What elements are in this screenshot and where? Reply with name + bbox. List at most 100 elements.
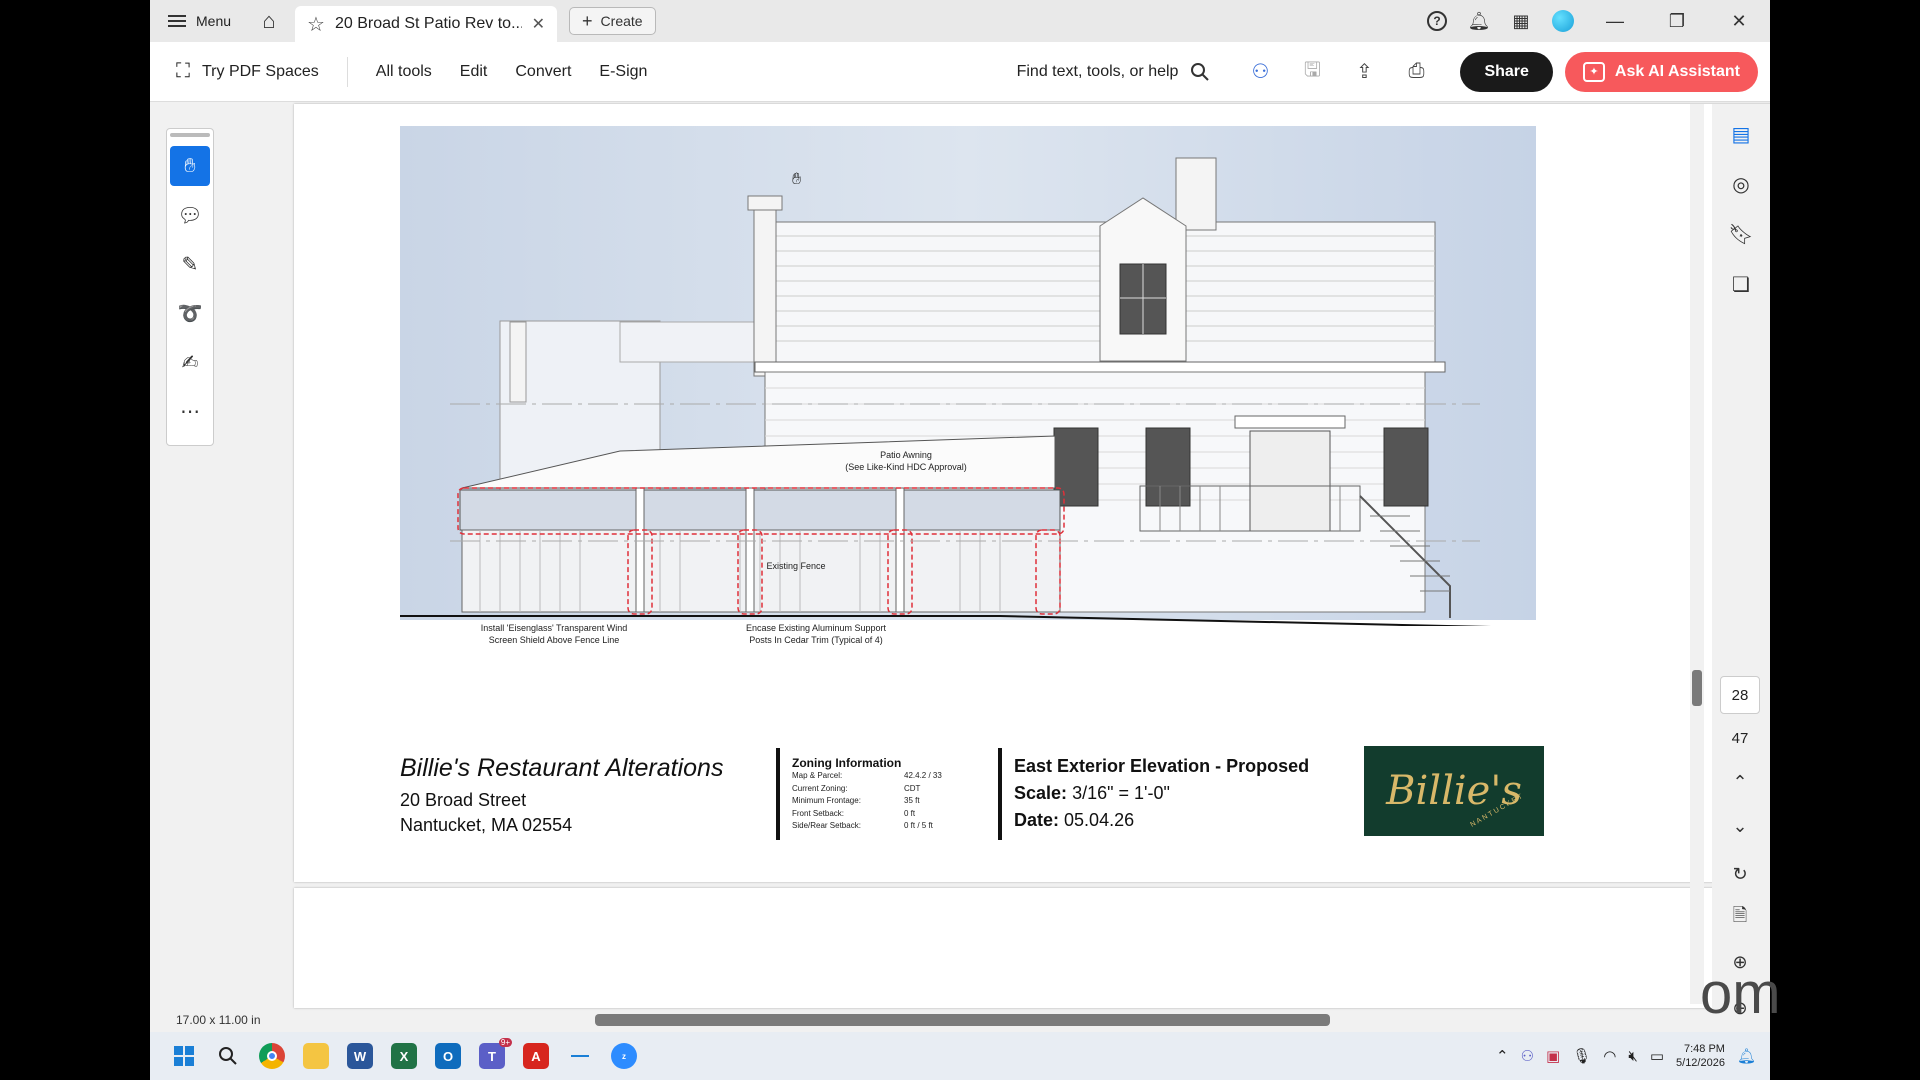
label-posts-1: Encase Existing Aluminum Support [745, 623, 887, 633]
comment-icon[interactable]: 💬︎ [170, 195, 210, 235]
rotate-icon[interactable]: ↻ [1720, 856, 1760, 892]
zoom-icon[interactable]: z [602, 1034, 646, 1078]
page-size-status: 17.00 x 11.00 in [176, 1013, 261, 1027]
create-label: Create [600, 13, 643, 29]
restore-icon[interactable]: ❐ [1646, 0, 1708, 42]
page-down-icon[interactable]: ⌄ [1720, 808, 1760, 844]
teams-badge: 9+ [498, 1038, 512, 1047]
zoning-row: Map & Parcel: 42.4.2 / 33 [792, 771, 942, 780]
speaker-muted-icon[interactable]: 🔇︎ [1628, 1048, 1637, 1065]
hand-tool-icon[interactable]: ✋︎ [170, 146, 210, 186]
share-button[interactable]: Share [1460, 51, 1553, 92]
vertical-scroll-thumb[interactable] [1692, 670, 1702, 706]
tray-gift-icon[interactable]: ▣ [1546, 1047, 1560, 1065]
total-pages: 47 [1731, 729, 1749, 747]
fit-page-icon[interactable]: 🗎︎ [1720, 900, 1760, 936]
menu-convert[interactable]: Convert [515, 63, 571, 81]
chimney-left [753, 205, 777, 377]
project-title: Billie's Restaurant Alterations [400, 754, 724, 782]
excel-icon[interactable]: X [382, 1034, 426, 1078]
label-fence: Existing Fence [766, 561, 826, 571]
blank-app-icon[interactable] [558, 1034, 602, 1078]
try-pdf-spaces-button[interactable]: ⛶ Try PDF Spaces [150, 56, 348, 87]
vertical-scrollbar[interactable] [1690, 104, 1704, 1004]
bell-icon[interactable]: 🔔︎ [1458, 0, 1500, 42]
search-taskbar-icon[interactable] [206, 1034, 250, 1078]
hand-cursor-icon: ✋︎ [792, 171, 801, 188]
outlook-icon[interactable]: O [426, 1034, 470, 1078]
ai-assistant-icon: ✦ [1582, 61, 1605, 82]
more-tools-icon[interactable]: ⋯ [170, 391, 210, 431]
pages-icon[interactable]: ❏ [1721, 264, 1761, 304]
zoom-watermark: om [1700, 961, 1781, 1026]
battery-icon[interactable]: ▭ [1650, 1047, 1664, 1065]
horizontal-scroll-thumb[interactable] [595, 1014, 1330, 1026]
plus-icon: + [582, 10, 593, 31]
highlight-pen-icon[interactable]: ✎ [170, 244, 210, 284]
zoning-row: Minimum Frontage: 35 ft [792, 796, 920, 805]
home-icon[interactable]: ⌂ [249, 0, 289, 42]
minimize-icon[interactable]: — [1584, 0, 1646, 42]
wind-screen [459, 489, 1061, 531]
ask-ai-assistant-button[interactable]: ✦ Ask AI Assistant [1564, 51, 1758, 92]
profile-avatar[interactable] [1542, 0, 1584, 42]
help-icon[interactable]: ? [1416, 0, 1458, 42]
apps-grid-icon[interactable]: ▦ [1500, 0, 1542, 42]
notifications-icon[interactable]: 🔔︎ [1737, 1047, 1756, 1065]
teams-icon[interactable]: T 9+ [470, 1034, 514, 1078]
bookmarks-icon[interactable]: 🔖︎ [1721, 214, 1761, 254]
windows-taskbar: W X O T 9+ A z ⌃ ⚇ ▣ 🎙︎ ◠ 🔇︎ ▭ 7:48 PM 5/… [150, 1032, 1770, 1080]
tray-app-icon[interactable]: ⚇ [1521, 1047, 1534, 1065]
close-tab-icon[interactable]: ✕ [532, 14, 545, 34]
create-button[interactable]: + Create [569, 7, 656, 35]
panel-grip[interactable] [170, 133, 210, 137]
menu-button[interactable]: Menu [150, 0, 249, 42]
microphone-icon[interactable]: 🎙︎ [1572, 1047, 1591, 1065]
main-toolbar: ⛶ Try PDF Spaces All tools Edit Convert … [150, 42, 1770, 102]
file-explorer-icon[interactable] [294, 1034, 338, 1078]
properties-icon[interactable]: ▤ [1721, 114, 1761, 154]
acrobat-window: Menu ⌂ ☆ 20 Broad St Patio Rev to... ✕ +… [150, 0, 1770, 1080]
acrobat-taskbar-icon[interactable]: A [514, 1034, 558, 1078]
tray-chevron-icon[interactable]: ⌃ [1496, 1047, 1509, 1065]
sheet-info: East Exterior Elevation - Proposed Scale… [998, 748, 1358, 840]
sign-icon[interactable]: ✍︎ [170, 342, 210, 382]
pdf-page[interactable]: ✋︎ Patio Awning (See Like-Kind HDC Appro… [294, 104, 1770, 882]
menu-edit[interactable]: Edit [460, 63, 488, 81]
clock[interactable]: 7:48 PM 5/12/2026 [1676, 1042, 1725, 1070]
comments-panel-icon[interactable]: ◎ [1721, 164, 1761, 204]
document-tab[interactable]: ☆ 20 Broad St Patio Rev to... ✕ [295, 6, 558, 42]
title-bar: Menu ⌂ ☆ 20 Broad St Patio Rev to... ✕ +… [150, 0, 1770, 42]
sheet-title: East Exterior Elevation - Proposed [1014, 756, 1310, 776]
window-3 [1383, 427, 1429, 507]
ai-label: Ask AI Assistant [1614, 62, 1740, 80]
date-row: Date: 05.04.26 [1014, 810, 1135, 830]
read-aloud-icon[interactable]: ⚇ [1234, 52, 1286, 92]
scale-row: Scale: 3/16" = 1'-0" [1014, 783, 1170, 803]
start-icon[interactable] [162, 1034, 206, 1078]
close-window-icon[interactable]: ✕ [1708, 0, 1770, 42]
wifi-icon[interactable]: ◠ [1603, 1047, 1616, 1065]
current-page-input[interactable]: 28 [1720, 676, 1760, 714]
next-pdf-page[interactable] [294, 888, 1770, 1008]
menu-e-sign[interactable]: E-Sign [599, 63, 647, 81]
zoning-heading: Zoning Information [792, 756, 902, 770]
save-icon[interactable]: 🖫︎ [1286, 52, 1338, 92]
lasso-draw-icon[interactable]: ➰ [170, 293, 210, 333]
word-icon[interactable]: W [338, 1034, 382, 1078]
zoning-row: Current Zoning: CDT [792, 783, 921, 793]
cloud-upload-icon[interactable]: ⇪ [1338, 52, 1390, 92]
hamburger-icon [168, 15, 186, 27]
print-icon[interactable]: ⎙ [1390, 52, 1442, 92]
find-label: Find text, tools, or help [1016, 62, 1179, 80]
chrome-icon[interactable] [250, 1034, 294, 1078]
find-search[interactable]: Find text, tools, or help [1017, 62, 1211, 82]
zoning-row: Side/Rear Setback: 0 ft / 5 ft [792, 821, 933, 830]
left-chimney [509, 321, 527, 403]
address-line-1: 20 Broad Street [400, 790, 527, 810]
window-1 [1053, 427, 1099, 507]
menu-all-tools[interactable]: All tools [376, 63, 432, 81]
menu-label: Menu [196, 13, 232, 29]
star-icon[interactable]: ☆ [307, 12, 325, 37]
page-up-icon[interactable]: ⌃ [1720, 764, 1760, 800]
